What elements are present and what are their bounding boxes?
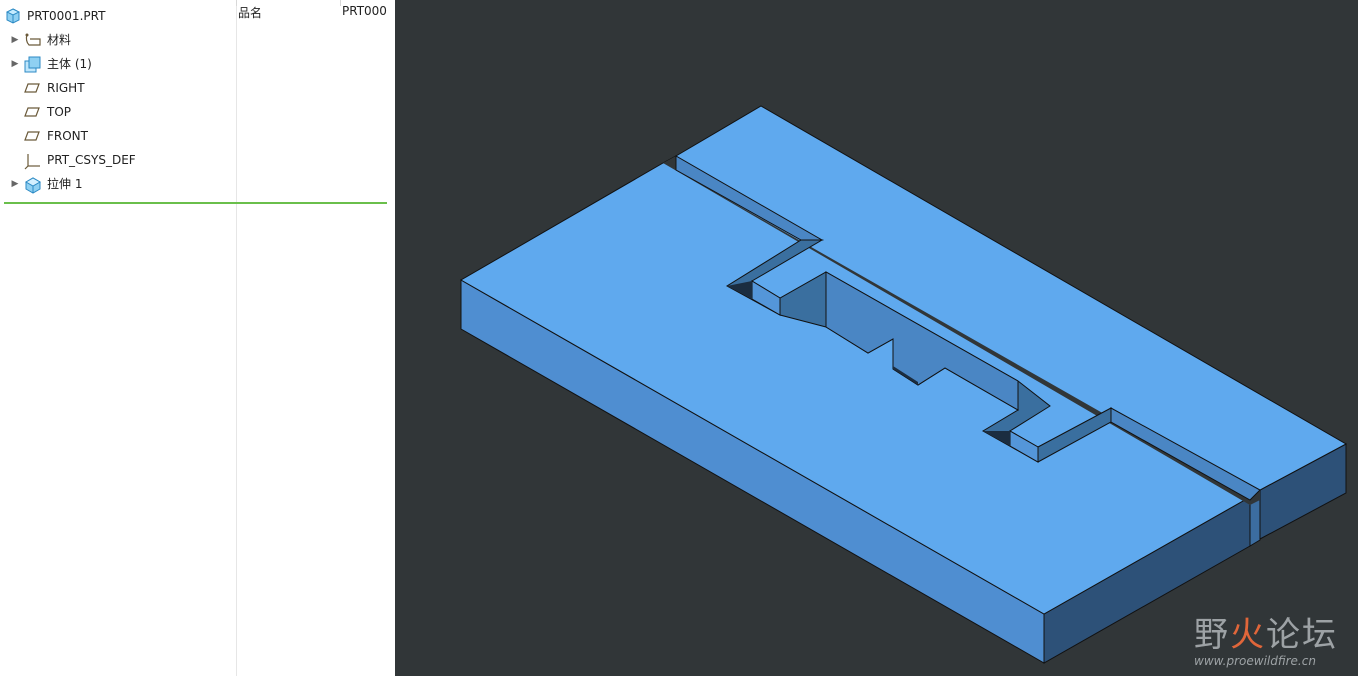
- part-icon: [5, 8, 22, 24]
- column-value: PRT0001: [342, 4, 388, 18]
- extrude-icon: [24, 176, 42, 194]
- column-header-name[interactable]: 品名: [238, 4, 333, 21]
- tree-item-label: PRT_CSYS_DEF: [47, 153, 136, 167]
- insert-here-indicator[interactable]: [4, 202, 387, 204]
- csys-icon: [24, 152, 40, 170]
- datum-plane-icon: [24, 80, 40, 96]
- watermark-flame-char: 火: [1230, 615, 1266, 655]
- tree-item-label: FRONT: [47, 129, 88, 143]
- tree-item-material[interactable]: ▶ 材料: [0, 28, 236, 52]
- tree-item-label: 主体 (1): [47, 57, 92, 71]
- body-icon: [24, 56, 41, 73]
- watermark-url: www.proewildfire.cn: [1194, 654, 1316, 668]
- datum-plane-icon: [24, 128, 40, 144]
- tree-item-extrude[interactable]: ▶ 拉伸 1: [0, 172, 236, 196]
- part-3d-model[interactable]: [395, 0, 1358, 676]
- watermark-char: 论坛: [1266, 615, 1338, 655]
- header-tick: [236, 0, 237, 6]
- tree-item-label: TOP: [47, 105, 72, 119]
- expand-arrow-icon[interactable]: ▶: [10, 172, 20, 196]
- tree-item-right-plane[interactable]: RIGHT: [0, 76, 236, 100]
- datum-plane-icon: [24, 104, 40, 120]
- tree-root-part[interactable]: PRT0001.PRT: [0, 4, 236, 28]
- watermark-title: 野火论坛: [1194, 607, 1338, 656]
- tree-item-label: 材料: [47, 33, 72, 47]
- expand-arrow-icon[interactable]: ▶: [10, 28, 20, 52]
- header-tick: [340, 0, 341, 6]
- tree-item-csys[interactable]: PRT_CSYS_DEF: [0, 148, 236, 172]
- tree-item-label: RIGHT: [47, 81, 85, 95]
- forum-watermark: 野火论坛 www.proewildfire.cn: [1194, 607, 1338, 668]
- expand-arrow-icon[interactable]: ▶: [10, 52, 20, 76]
- column-divider[interactable]: [236, 0, 237, 676]
- tree-root-label: PRT0001.PRT: [27, 9, 106, 23]
- tree-item-top-plane[interactable]: TOP: [0, 100, 236, 124]
- model-tree-panel: 品名 PRT0001 PRT0001.PRT ▶ 材料 ▶: [0, 0, 395, 676]
- tree-item-label: 拉伸 1: [47, 177, 83, 191]
- watermark-char: 野: [1194, 615, 1230, 655]
- tree-item-body[interactable]: ▶ 主体 (1): [0, 52, 236, 76]
- tree-item-front-plane[interactable]: FRONT: [0, 124, 236, 148]
- graphics-viewport[interactable]: 野火论坛 www.proewildfire.cn: [395, 0, 1358, 676]
- material-icon: [24, 32, 41, 48]
